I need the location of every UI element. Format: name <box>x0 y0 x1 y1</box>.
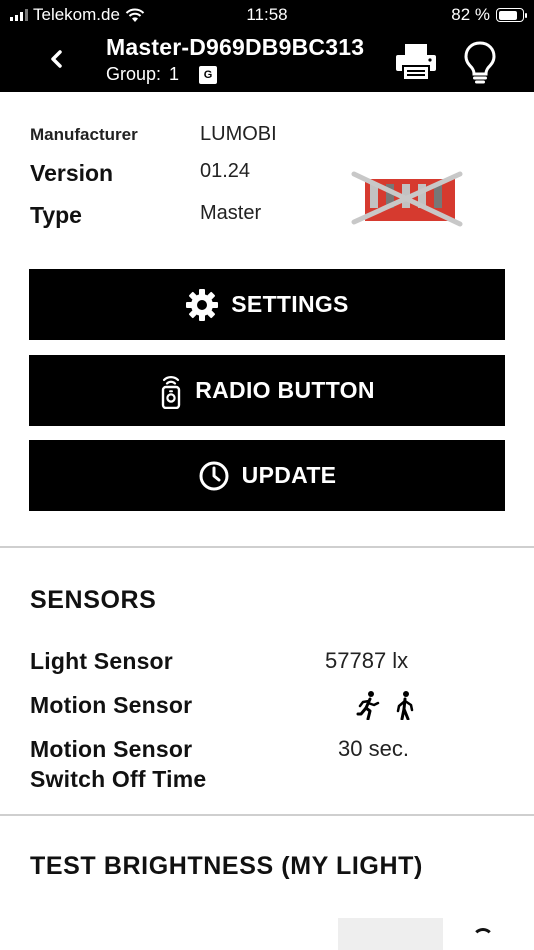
update-label: UPDATE <box>241 462 337 488</box>
type-label: Type <box>30 202 82 228</box>
battery-icon <box>496 8 527 22</box>
manufacturer-value: LUMOBI <box>200 123 277 145</box>
group-label: Group: <box>106 64 162 84</box>
nav-bar: Master-D969DB9BC313 Group: 1 G <box>0 30 534 92</box>
remote-control-icon <box>162 375 181 409</box>
standing-person-icon <box>396 691 414 720</box>
section-divider <box>0 546 534 548</box>
switch-off-time-value: 30 sec. <box>338 736 409 761</box>
brightness-toggle[interactable] <box>472 928 494 950</box>
motion-sensor-value <box>356 690 416 720</box>
battery-percent: 82 % <box>451 5 490 24</box>
section-divider <box>0 814 534 816</box>
printer-icon[interactable] <box>394 42 438 82</box>
motion-sensor-label: Motion Sensor <box>30 692 193 718</box>
switch-off-time-label: Motion Sensor Switch Off Time <box>30 734 206 794</box>
version-label: Version <box>30 160 114 186</box>
gear-icon <box>186 288 219 321</box>
settings-label: SETTINGS <box>231 291 349 317</box>
brightness-control[interactable] <box>338 918 443 950</box>
manufacturer-label: Manufacturer <box>30 125 138 144</box>
radio-button-label: RADIO BUTTON <box>195 377 375 403</box>
light-sensor-value: 57787 lx <box>325 648 409 673</box>
group-info: Group: 1 G <box>106 64 218 85</box>
back-chevron-icon[interactable] <box>44 44 70 74</box>
top-bar: Telekom.de 11:58 82 % Master-D969DB9BC31… <box>0 0 534 92</box>
switch-off-time-label-line1: Motion Sensor <box>30 736 193 762</box>
status-bar: Telekom.de 11:58 82 % <box>0 0 534 30</box>
page-title: Master-D969DB9BC313 <box>106 34 365 60</box>
clock-icon <box>199 461 229 490</box>
walking-person-icon <box>356 691 380 720</box>
type-value: Master <box>200 202 262 224</box>
battery-status: 82 % <box>451 5 527 25</box>
sensors-title: SENSORS <box>30 586 157 614</box>
lightbulb-icon[interactable] <box>462 40 498 84</box>
light-sensor-label: Light Sensor <box>30 648 173 674</box>
device-image <box>351 171 463 227</box>
version-value: 01.24 <box>200 160 251 182</box>
settings-button[interactable]: SETTINGS <box>29 269 505 340</box>
group-value: 1 <box>169 64 180 84</box>
group-badge: G <box>199 65 218 84</box>
radio-button-button[interactable]: RADIO BUTTON <box>29 355 505 426</box>
brightness-title: TEST BRIGHTNESS (MY LIGHT) <box>30 852 423 880</box>
update-button[interactable]: UPDATE <box>29 440 505 511</box>
switch-off-time-label-line2: Switch Off Time <box>30 766 207 792</box>
